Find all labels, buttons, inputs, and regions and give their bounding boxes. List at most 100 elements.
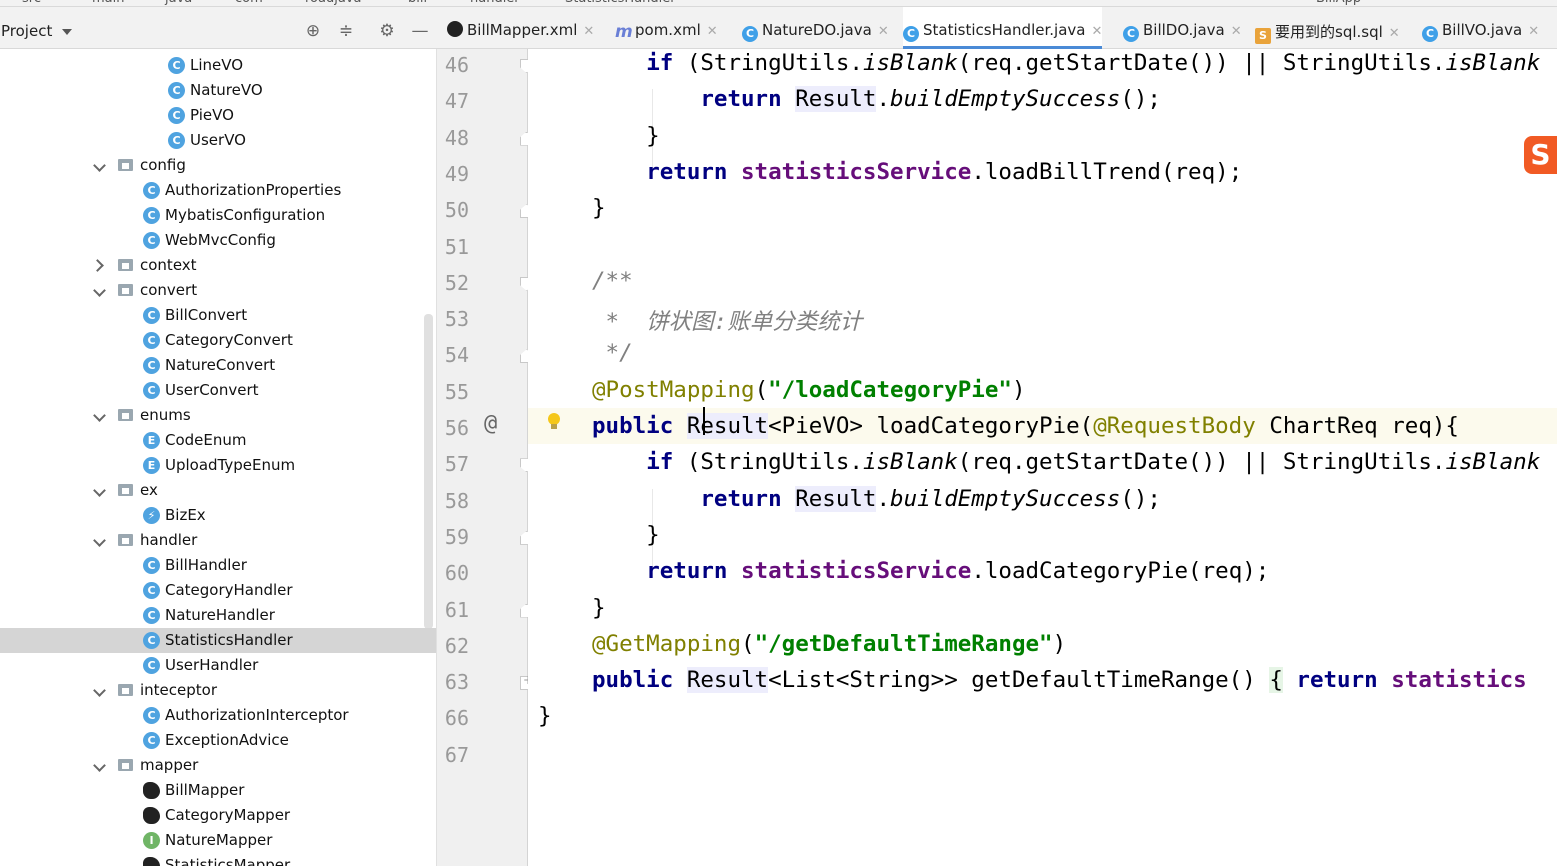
chevron-down-icon[interactable] [93,534,105,546]
tree-file[interactable]: C UserVO [0,128,436,153]
folder-icon [118,159,133,171]
tree-file[interactable]: C NatureHandler [0,603,436,628]
tree-folder[interactable]: mapper [0,753,436,778]
tree-file[interactable]: C MybatisConfiguration [0,203,436,228]
line-number: 50 [444,198,469,223]
tree-folder[interactable]: config [0,153,436,178]
chevron-down-icon[interactable] [93,684,105,696]
tree-file[interactable]: BillMapper [0,778,436,803]
code-token: return [700,86,782,113]
breadcrumb-item[interactable]: src [22,0,41,6]
tab-naturedo-java[interactable]: C NatureDO.java ✕ [742,7,889,49]
tab-label: pom.xml [635,21,701,39]
tree-file[interactable]: C ExceptionAdvice [0,728,436,753]
tree-file[interactable]: StatisticsMapper [0,853,436,866]
chevron-down-icon[interactable] [93,759,105,771]
tree-file[interactable]: C CategoryConvert [0,328,436,353]
class-icon: C [143,607,160,624]
breadcrumb-item[interactable]: roadjava [305,0,361,6]
override-marker-icon[interactable]: @ [484,411,497,436]
tree-folder[interactable]: inteceptor [0,678,436,703]
tree-file[interactable]: I NatureMapper [0,828,436,853]
tree-file[interactable]: C BillConvert [0,303,436,328]
tree-file[interactable]: C WebMvcConfig [0,228,436,253]
locate-icon[interactable]: ⊕ [303,21,323,41]
enum-icon: E [143,432,160,449]
tree-file[interactable]: C AuthorizationInterceptor [0,703,436,728]
tree-folder[interactable]: context [0,253,436,278]
tree-folder[interactable]: enums [0,403,436,428]
collapse-all-icon[interactable]: ≑ [336,21,356,41]
project-panel-header: Project ⊕ ≑ ⚙ — [0,7,437,49]
breadcrumb-item[interactable]: handler [470,0,520,6]
tree-file[interactable]: C UserConvert [0,378,436,403]
breadcrumb-item[interactable]: com [235,0,263,6]
class-icon: C [143,232,160,249]
tab-label: BillDO.java [1143,21,1225,39]
tree-file[interactable]: E CodeEnum [0,428,436,453]
tree-file[interactable]: C CategoryHandler [0,578,436,603]
code-token: ChartReq req){ [1255,413,1459,439]
chevron-right-icon[interactable] [93,259,105,271]
tree-file[interactable]: C StatisticsHandler [0,628,436,653]
chevron-down-icon[interactable] [93,159,105,171]
code-line: } [592,123,660,149]
exception-icon: ⚡ [143,507,160,524]
tab-statisticshandler-java[interactable]: C StatisticsHandler.java ✕ [903,7,1103,49]
run-config-selector[interactable]: BillApp [1316,0,1361,6]
tree-file[interactable]: C BillHandler [0,553,436,578]
tree-file[interactable]: CategoryMapper [0,803,436,828]
tree-label: BillMapper [165,781,245,799]
breadcrumb-item[interactable]: main [92,0,124,6]
tree-folder[interactable]: handler [0,528,436,553]
tree-label: BizEx [165,506,206,524]
ime-badge-icon[interactable]: S [1524,136,1557,174]
tree-file[interactable]: C LineVO [0,53,436,78]
tree-folder[interactable]: ex [0,478,436,503]
close-icon[interactable]: ✕ [1231,24,1242,39]
close-icon[interactable]: ✕ [1389,26,1400,41]
tree-file[interactable]: C AuthorizationProperties [0,178,436,203]
tree-label: CategoryMapper [165,806,291,824]
gear-icon[interactable]: ⚙ [377,21,397,41]
tab-billmapper-xml[interactable]: BillMapper.xml ✕ [447,7,594,49]
tree-file[interactable]: C UserHandler [0,653,436,678]
intention-bulb-icon[interactable] [547,413,561,431]
code-token: */ [592,340,633,367]
tree-file[interactable]: ⚡ BizEx [0,503,436,528]
chevron-down-icon[interactable] [62,29,72,35]
breadcrumb-item[interactable]: bill [408,0,427,6]
line-number: 58 [444,488,469,513]
hide-panel-icon[interactable]: — [410,21,430,41]
project-view-selector[interactable]: Project [1,22,52,40]
code-token: isBlank [1445,50,1541,76]
chevron-down-icon[interactable] [93,409,105,421]
close-icon[interactable]: ✕ [583,24,594,39]
class-icon: C [1123,26,1139,42]
tree-file[interactable]: C NatureVO [0,78,436,103]
chevron-down-icon[interactable] [93,284,105,296]
close-icon[interactable]: ✕ [878,24,889,39]
close-icon[interactable]: ✕ [1091,24,1102,39]
tab--sql-sql[interactable]: S 要用到的sql.sql ✕ [1255,7,1400,49]
tree-file[interactable]: C NatureConvert [0,353,436,378]
close-icon[interactable]: ✕ [1528,24,1539,39]
code-editor[interactable]: if (StringUtils.isBlank(req.getStartDate… [528,49,1557,866]
tree-label: StatisticsMapper [165,856,291,866]
code-line: * 饼状图:账单分类统计 [592,304,863,336]
close-icon[interactable]: ✕ [707,24,718,39]
code-line: } [592,195,606,221]
tree-file[interactable]: E UploadTypeEnum [0,453,436,478]
tree-folder[interactable]: convert [0,278,436,303]
tree-file[interactable]: C PieVO [0,103,436,128]
tab-billvo-java[interactable]: C BillVO.java ✕ [1422,7,1539,49]
tab-pom-xml[interactable]: m pom.xml ✕ [615,7,718,49]
breadcrumb-item[interactable]: java [165,0,192,6]
class-icon: C [143,332,160,349]
chevron-down-icon[interactable] [93,484,105,496]
tab-billdo-java[interactable]: C BillDO.java ✕ [1123,7,1242,49]
breadcrumb-item[interactable]: StatisticsHandler [565,0,676,6]
